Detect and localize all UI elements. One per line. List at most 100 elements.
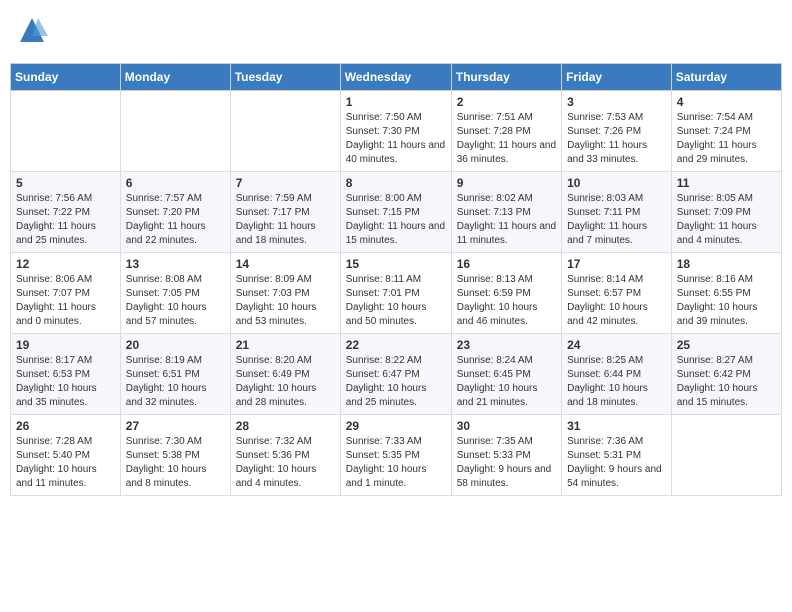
page-header — [10, 10, 782, 55]
day-number: 18 — [677, 257, 776, 271]
weekday-header-wednesday: Wednesday — [340, 64, 451, 91]
day-info: Sunrise: 8:11 AM Sunset: 7:01 PM Dayligh… — [346, 273, 446, 329]
day-info: Sunrise: 8:19 AM Sunset: 6:51 PM Dayligh… — [126, 354, 225, 410]
day-number: 9 — [457, 176, 556, 190]
calendar-week-row: 19 Sunrise: 8:17 AM Sunset: 6:53 PM Dayli… — [11, 334, 782, 415]
day-info: Sunrise: 7:54 AM Sunset: 7:24 PM Dayligh… — [677, 111, 776, 167]
weekday-header-friday: Friday — [562, 64, 672, 91]
weekday-header-row: SundayMondayTuesdayWednesdayThursdayFrid… — [11, 64, 782, 91]
calendar-week-row: 5 Sunrise: 7:56 AM Sunset: 7:22 PM Daylig… — [11, 172, 782, 253]
day-number: 24 — [567, 338, 666, 352]
calendar-cell: 16 Sunrise: 8:13 AM Sunset: 6:59 PM Dayli… — [451, 253, 561, 334]
day-number: 27 — [126, 419, 225, 433]
calendar-week-row: 1 Sunrise: 7:50 AM Sunset: 7:30 PM Daylig… — [11, 91, 782, 172]
day-info: Sunrise: 7:28 AM Sunset: 5:40 PM Dayligh… — [16, 435, 115, 491]
day-info: Sunrise: 8:14 AM Sunset: 6:57 PM Dayligh… — [567, 273, 666, 329]
calendar-cell: 4 Sunrise: 7:54 AM Sunset: 7:24 PM Daylig… — [671, 91, 781, 172]
calendar-cell — [11, 91, 121, 172]
calendar-cell: 6 Sunrise: 7:57 AM Sunset: 7:20 PM Daylig… — [120, 172, 230, 253]
day-info: Sunrise: 7:53 AM Sunset: 7:26 PM Dayligh… — [567, 111, 666, 167]
calendar-cell: 22Sunrise: 8:22 AM Sunset: 6:47 PM Dayli… — [340, 334, 451, 415]
day-info: Sunrise: 8:27 AM Sunset: 6:42 PM Dayligh… — [677, 354, 776, 410]
day-number: 5 — [16, 176, 115, 190]
day-info: Sunrise: 8:00 AM Sunset: 7:15 PM Dayligh… — [346, 192, 446, 248]
calendar-cell — [671, 415, 781, 496]
calendar-week-row: 12 Sunrise: 8:06 AM Sunset: 7:07 PM Dayli… — [11, 253, 782, 334]
day-info: Sunrise: 8:22 AM Sunset: 6:47 PM Dayligh… — [346, 354, 446, 410]
calendar-cell: 21Sunrise: 8:20 AM Sunset: 6:49 PM Dayli… — [230, 334, 340, 415]
calendar-table: SundayMondayTuesdayWednesdayThursdayFrid… — [10, 63, 782, 496]
day-info: Sunrise: 7:57 AM Sunset: 7:20 PM Dayligh… — [126, 192, 225, 248]
calendar-cell: 2 Sunrise: 7:51 AM Sunset: 7:28 PM Daylig… — [451, 91, 561, 172]
day-number: 12 — [16, 257, 115, 271]
calendar-cell: 8 Sunrise: 8:00 AM Sunset: 7:15 PM Daylig… — [340, 172, 451, 253]
calendar-cell: 12 Sunrise: 8:06 AM Sunset: 7:07 PM Dayli… — [11, 253, 121, 334]
day-info: Sunrise: 8:16 AM Sunset: 6:55 PM Dayligh… — [677, 273, 776, 329]
day-info: Sunrise: 7:59 AM Sunset: 7:17 PM Dayligh… — [236, 192, 335, 248]
calendar-cell: 17Sunrise: 8:14 AM Sunset: 6:57 PM Dayli… — [562, 253, 672, 334]
day-number: 25 — [677, 338, 776, 352]
day-info: Sunrise: 8:09 AM Sunset: 7:03 PM Dayligh… — [236, 273, 335, 329]
day-number: 13 — [126, 257, 225, 271]
calendar-cell: 18 Sunrise: 8:16 AM Sunset: 6:55 PM Dayli… — [671, 253, 781, 334]
calendar-cell: 9 Sunrise: 8:02 AM Sunset: 7:13 PM Daylig… — [451, 172, 561, 253]
calendar-cell — [120, 91, 230, 172]
day-number: 28 — [236, 419, 335, 433]
day-number: 8 — [346, 176, 446, 190]
day-number: 6 — [126, 176, 225, 190]
day-number: 19 — [16, 338, 115, 352]
day-info: Sunrise: 8:17 AM Sunset: 6:53 PM Dayligh… — [16, 354, 115, 410]
day-info: Sunrise: 7:32 AM Sunset: 5:36 PM Dayligh… — [236, 435, 335, 491]
day-number: 4 — [677, 95, 776, 109]
calendar-cell: 3Sunrise: 7:53 AM Sunset: 7:26 PM Daylig… — [562, 91, 672, 172]
day-info: Sunrise: 8:03 AM Sunset: 7:11 PM Dayligh… — [567, 192, 666, 248]
day-info: Sunrise: 7:50 AM Sunset: 7:30 PM Dayligh… — [346, 111, 446, 167]
calendar-cell: 28 Sunrise: 7:32 AM Sunset: 5:36 PM Dayli… — [230, 415, 340, 496]
calendar-cell: 5 Sunrise: 7:56 AM Sunset: 7:22 PM Daylig… — [11, 172, 121, 253]
calendar-cell: 23Sunrise: 8:24 AM Sunset: 6:45 PM Dayli… — [451, 334, 561, 415]
day-number: 15 — [346, 257, 446, 271]
weekday-header-saturday: Saturday — [671, 64, 781, 91]
calendar-cell: 10Sunrise: 8:03 AM Sunset: 7:11 PM Dayli… — [562, 172, 672, 253]
day-number: 11 — [677, 176, 776, 190]
calendar-cell: 13 Sunrise: 8:08 AM Sunset: 7:05 PM Dayli… — [120, 253, 230, 334]
calendar-cell: 27Sunrise: 7:30 AM Sunset: 5:38 PM Dayli… — [120, 415, 230, 496]
calendar-cell: 30 Sunrise: 7:35 AM Sunset: 5:33 PM Dayli… — [451, 415, 561, 496]
calendar-cell: 1 Sunrise: 7:50 AM Sunset: 7:30 PM Daylig… — [340, 91, 451, 172]
day-number: 14 — [236, 257, 335, 271]
day-number: 26 — [16, 419, 115, 433]
calendar-cell: 15 Sunrise: 8:11 AM Sunset: 7:01 PM Dayli… — [340, 253, 451, 334]
day-number: 7 — [236, 176, 335, 190]
day-number: 29 — [346, 419, 446, 433]
day-number: 30 — [457, 419, 556, 433]
weekday-header-tuesday: Tuesday — [230, 64, 340, 91]
calendar-cell: 25 Sunrise: 8:27 AM Sunset: 6:42 PM Dayli… — [671, 334, 781, 415]
calendar-week-row: 26 Sunrise: 7:28 AM Sunset: 5:40 PM Dayli… — [11, 415, 782, 496]
day-info: Sunrise: 7:51 AM Sunset: 7:28 PM Dayligh… — [457, 111, 556, 167]
calendar-cell: 11 Sunrise: 8:05 AM Sunset: 7:09 PM Dayli… — [671, 172, 781, 253]
calendar-cell — [230, 91, 340, 172]
weekday-header-monday: Monday — [120, 64, 230, 91]
day-number: 16 — [457, 257, 556, 271]
calendar-cell: 31Sunrise: 7:36 AM Sunset: 5:31 PM Dayli… — [562, 415, 672, 496]
day-info: Sunrise: 8:13 AM Sunset: 6:59 PM Dayligh… — [457, 273, 556, 329]
calendar-cell: 14 Sunrise: 8:09 AM Sunset: 7:03 PM Dayli… — [230, 253, 340, 334]
day-number: 1 — [346, 95, 446, 109]
weekday-header-thursday: Thursday — [451, 64, 561, 91]
day-info: Sunrise: 8:06 AM Sunset: 7:07 PM Dayligh… — [16, 273, 115, 329]
day-info: Sunrise: 8:08 AM Sunset: 7:05 PM Dayligh… — [126, 273, 225, 329]
logo-icon — [16, 14, 48, 46]
day-info: Sunrise: 7:33 AM Sunset: 5:35 PM Dayligh… — [346, 435, 446, 491]
calendar-cell: 7 Sunrise: 7:59 AM Sunset: 7:17 PM Daylig… — [230, 172, 340, 253]
day-info: Sunrise: 8:25 AM Sunset: 6:44 PM Dayligh… — [567, 354, 666, 410]
day-info: Sunrise: 7:56 AM Sunset: 7:22 PM Dayligh… — [16, 192, 115, 248]
calendar-cell: 19 Sunrise: 8:17 AM Sunset: 6:53 PM Dayli… — [11, 334, 121, 415]
day-info: Sunrise: 8:05 AM Sunset: 7:09 PM Dayligh… — [677, 192, 776, 248]
day-info: Sunrise: 8:20 AM Sunset: 6:49 PM Dayligh… — [236, 354, 335, 410]
calendar-cell: 29 Sunrise: 7:33 AM Sunset: 5:35 PM Dayli… — [340, 415, 451, 496]
day-info: Sunrise: 8:02 AM Sunset: 7:13 PM Dayligh… — [457, 192, 556, 248]
weekday-header-sunday: Sunday — [11, 64, 121, 91]
day-number: 2 — [457, 95, 556, 109]
day-info: Sunrise: 7:35 AM Sunset: 5:33 PM Dayligh… — [457, 435, 556, 491]
day-info: Sunrise: 8:24 AM Sunset: 6:45 PM Dayligh… — [457, 354, 556, 410]
